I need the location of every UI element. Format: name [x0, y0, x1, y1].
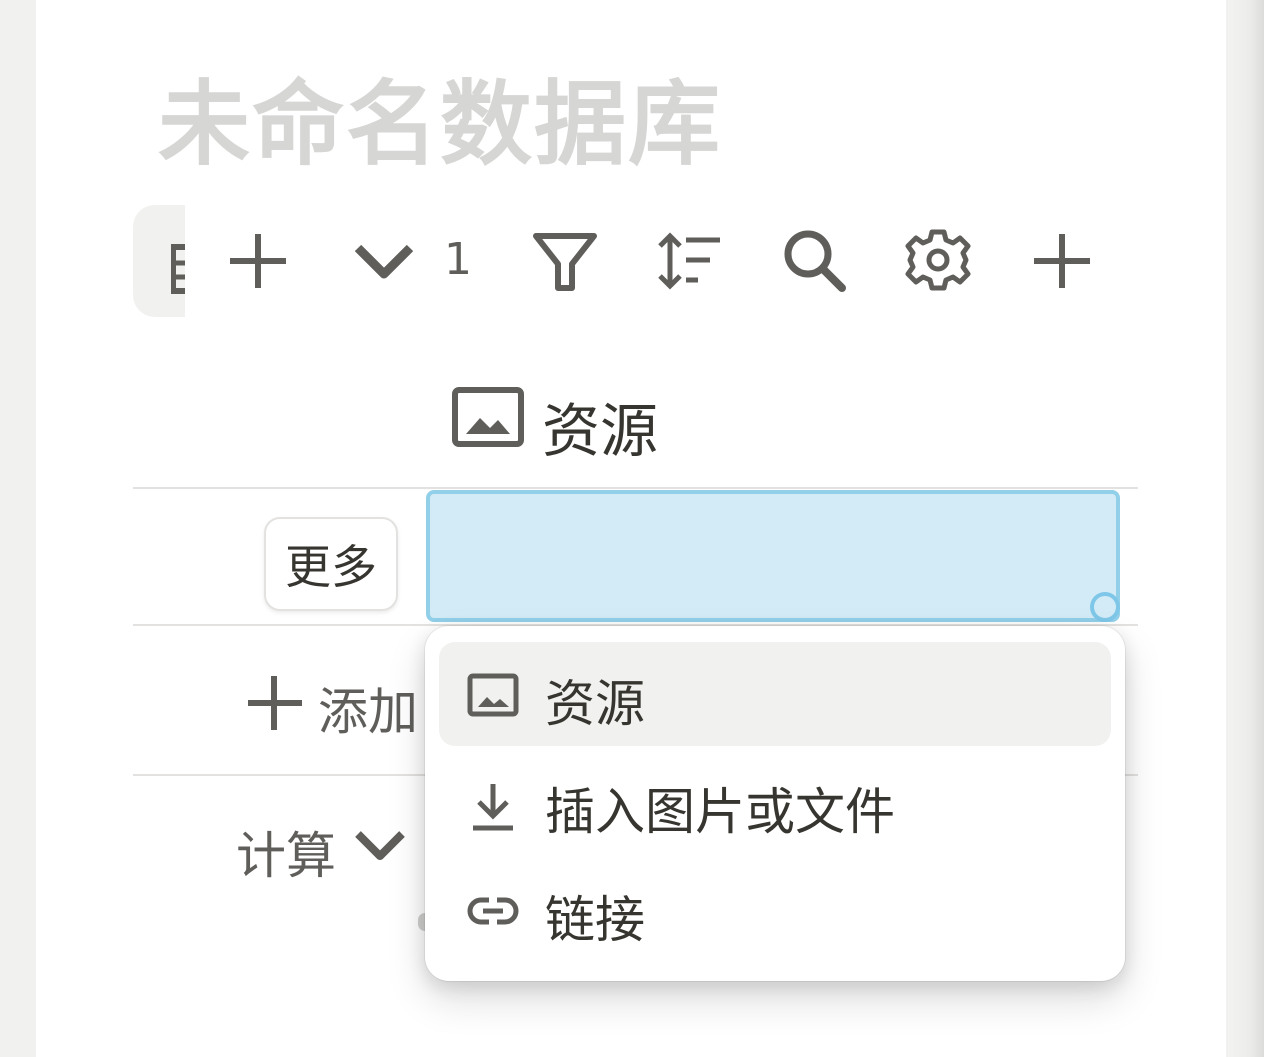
row-more-button[interactable]: 更多 [264, 517, 398, 611]
row-divider [133, 487, 1138, 489]
window-edge [1228, 0, 1264, 1057]
calculate-button[interactable]: 计算 [236, 816, 336, 888]
link-icon [467, 897, 519, 925]
menu-item-resource[interactable]: 资源 [439, 642, 1111, 746]
add-row-icon[interactable] [246, 672, 304, 734]
chevron-down-icon[interactable] [352, 826, 408, 866]
table-view-icon [171, 244, 185, 294]
sort-icon[interactable] [654, 224, 724, 296]
database-title[interactable]: 未命名数据库 [158, 50, 722, 183]
menu-item-link[interactable]: 链接 [439, 858, 1111, 962]
gear-icon[interactable] [904, 224, 974, 296]
menu-item-label: 插入图片或文件 [545, 783, 895, 841]
search-icon[interactable] [780, 224, 850, 296]
selected-cell[interactable] [426, 490, 1120, 622]
cell-resize-handle[interactable] [1090, 592, 1120, 622]
new-icon[interactable] [1030, 224, 1094, 296]
insert-menu: 资源 插入图片或文件 链接 [425, 626, 1125, 981]
filter-count[interactable]: 1 [444, 234, 472, 285]
filter-icon[interactable] [530, 224, 600, 296]
menu-item-insert-file[interactable]: 插入图片或文件 [439, 750, 1111, 854]
add-row-button[interactable]: 添加 [318, 672, 418, 744]
download-icon [473, 784, 513, 831]
view-tab[interactable] [133, 205, 185, 317]
column-header-resource[interactable]: 资源 [542, 384, 658, 468]
chevron-down-icon[interactable] [350, 224, 418, 296]
menu-item-label: 资源 [545, 675, 645, 733]
image-icon [452, 387, 524, 447]
add-view-icon[interactable] [226, 224, 290, 296]
image-icon [467, 673, 519, 717]
menu-item-label: 链接 [545, 891, 645, 949]
